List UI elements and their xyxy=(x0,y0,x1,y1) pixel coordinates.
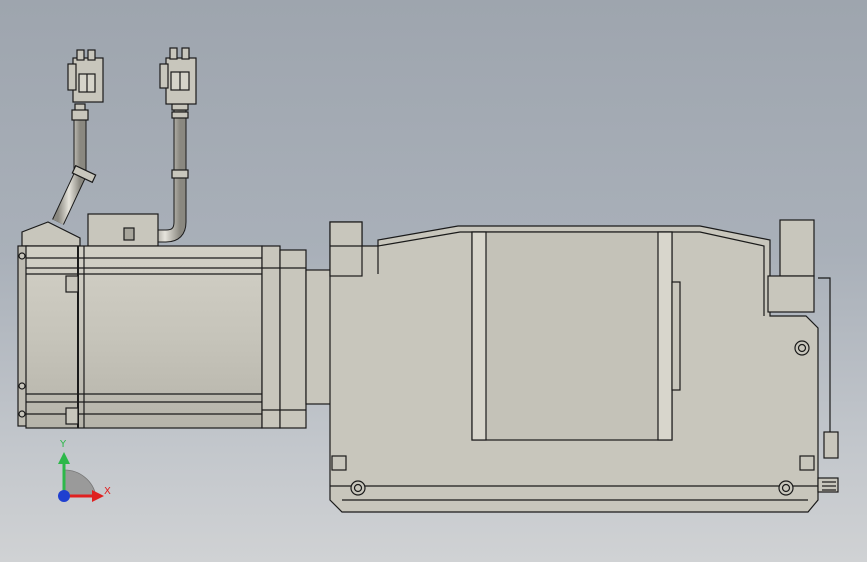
power-connector-part xyxy=(76,49,85,61)
power-cable[interactable] xyxy=(52,103,97,225)
servo-motor-part xyxy=(18,410,26,418)
encoder-cable-part xyxy=(171,111,189,119)
encoder-cable-part xyxy=(171,169,189,179)
servo-motor-part xyxy=(18,382,26,390)
servo-motor[interactable] xyxy=(17,213,307,429)
actuator-housing-part xyxy=(353,483,363,493)
actuator-housing-part xyxy=(781,483,791,493)
coordinate-triad-part xyxy=(58,490,70,502)
y-axis-label: Y xyxy=(60,439,67,450)
encoder-connector-part xyxy=(181,47,190,60)
servo-motor-part xyxy=(18,252,26,260)
power-connector[interactable] xyxy=(67,49,104,103)
servo-motor-part xyxy=(25,245,263,429)
slide-carriage[interactable] xyxy=(471,231,681,441)
servo-motor-part xyxy=(65,407,79,425)
encoder-cable-part xyxy=(171,103,189,111)
cad-viewport[interactable]: Y X xyxy=(0,0,867,562)
motor-assembly-model[interactable] xyxy=(0,0,867,562)
servo-motor-part xyxy=(65,275,79,293)
power-connector-part xyxy=(87,49,96,61)
actuator-housing-part xyxy=(797,343,807,353)
coordinate-triad xyxy=(58,452,104,502)
encoder-connector-part xyxy=(169,47,178,60)
servo-motor-part xyxy=(261,245,281,429)
power-connector-part xyxy=(67,63,77,91)
actuator-housing-part xyxy=(331,455,347,471)
encoder-connector-part xyxy=(159,63,169,89)
servo-motor-part xyxy=(87,213,159,247)
coordinate-triad-part xyxy=(92,490,104,502)
actuator-housing-part xyxy=(767,275,815,313)
coordinate-triad-part xyxy=(58,452,70,464)
slide-carriage-part xyxy=(671,281,681,391)
servo-motor-part xyxy=(123,227,135,241)
actuator-housing-part xyxy=(799,455,815,471)
slide-carriage-part xyxy=(471,231,487,441)
coordinate-triad-part xyxy=(63,469,97,497)
actuator-housing-part xyxy=(779,219,815,277)
power-cable-part xyxy=(71,109,89,121)
actuator-housing-part xyxy=(823,431,839,459)
slide-carriage-part xyxy=(657,231,673,441)
actuator-housing-part xyxy=(818,277,831,440)
encoder-connector[interactable] xyxy=(159,47,197,105)
servo-motor-part xyxy=(21,221,81,247)
actuator-housing-part xyxy=(329,221,363,277)
x-axis-label: X xyxy=(104,486,111,497)
servo-motor-part xyxy=(279,249,307,429)
slide-carriage-part xyxy=(471,231,673,441)
